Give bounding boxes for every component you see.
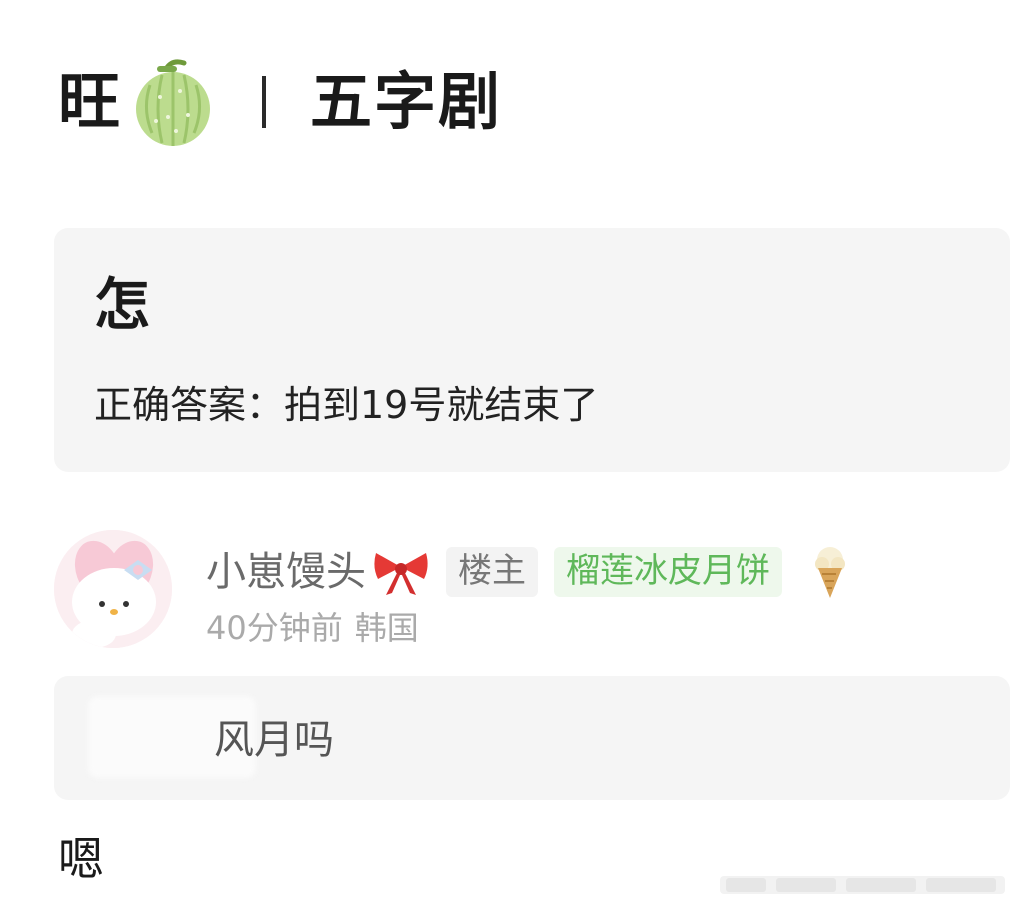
username[interactable]: 小崽馒头	[206, 552, 366, 592]
post-page: 旺 五字剧 怎 正确答案：拍到19号就结束了 小崽馒头 楼主 榴莲冰皮月饼 40…	[0, 0, 1010, 908]
avatar[interactable]	[54, 530, 172, 648]
bow-icon	[370, 547, 432, 597]
post-heading: 怎	[94, 273, 150, 338]
op-badge: 楼主	[446, 547, 538, 597]
reply-text: 风月吗	[214, 717, 334, 763]
title-divider	[262, 76, 267, 128]
melon-icon	[130, 57, 216, 147]
comment-time: 40分钟前	[206, 609, 343, 647]
comment-header: 小崽馒头 楼主 榴莲冰皮月饼 40分钟前 韩国	[54, 530, 1010, 655]
reply-box[interactable]: 风月吗	[54, 676, 1010, 800]
post-title: 旺 五字剧	[58, 52, 502, 152]
user-line: 小崽馒头 楼主 榴莲冰皮月饼	[206, 542, 852, 602]
post-body: 正确答案：拍到19号就结束了	[94, 383, 599, 427]
title-suffix: 五字剧	[310, 65, 503, 138]
watermark	[720, 872, 1005, 898]
comment-text: 嗯	[58, 832, 104, 886]
fan-badge[interactable]: 榴莲冰皮月饼	[554, 547, 782, 597]
post-card[interactable]: 怎 正确答案：拍到19号就结束了	[54, 228, 1010, 472]
ice-cream-cone-icon	[808, 544, 852, 600]
title-prefix: 旺	[58, 65, 123, 138]
comment-location: 韩国	[354, 609, 419, 647]
comment-meta: 40分钟前 韩国	[206, 612, 419, 644]
